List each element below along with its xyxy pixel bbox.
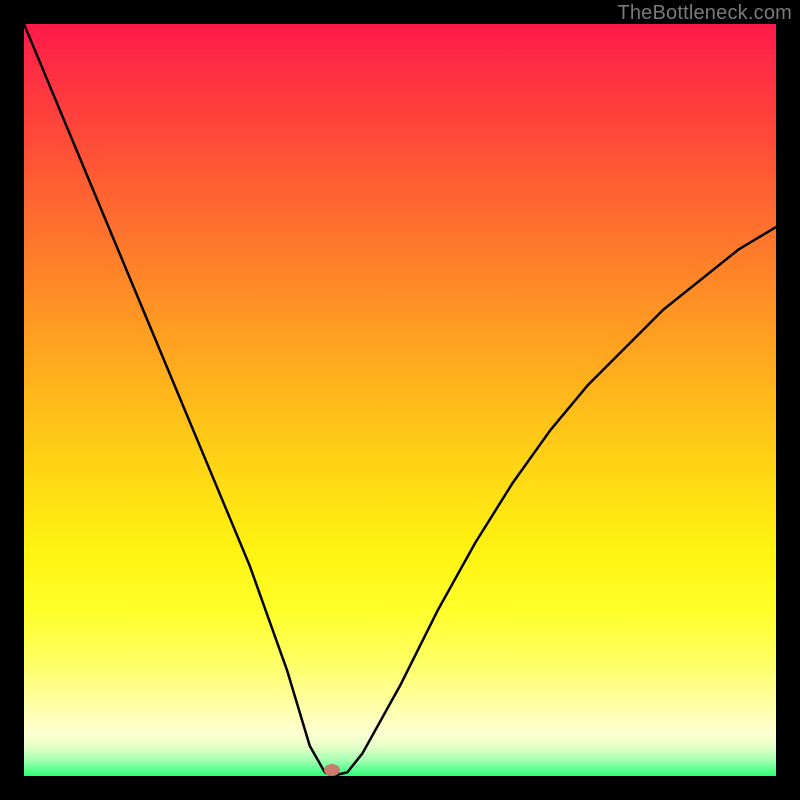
chart-frame: TheBottleneck.com (0, 0, 800, 800)
plot-area (24, 24, 776, 776)
watermark-text: TheBottleneck.com (617, 2, 792, 25)
bottleneck-curve (24, 24, 776, 776)
minimum-marker-icon (324, 764, 340, 776)
